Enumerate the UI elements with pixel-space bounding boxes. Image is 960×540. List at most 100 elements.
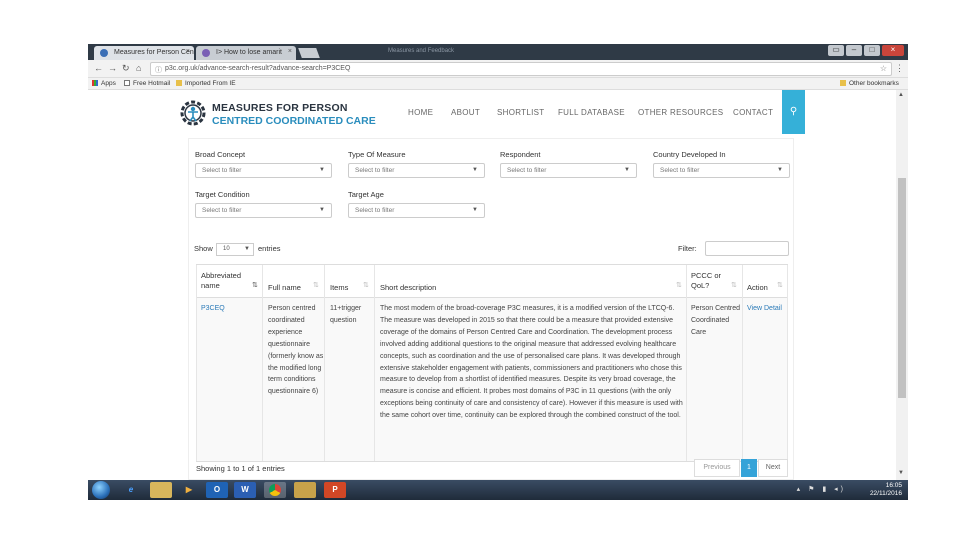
col-border — [196, 265, 197, 461]
cell-items: 11+trigger question — [330, 305, 362, 324]
sort-icon[interactable]: ⇅ — [313, 281, 319, 289]
folder-icon[interactable] — [294, 482, 316, 498]
file-explorer-icon[interactable] — [150, 482, 172, 498]
header-items[interactable]: Items — [330, 283, 348, 293]
browser-screen: Measures for Person Cen × I> How to lose… — [88, 44, 908, 500]
sort-icon[interactable]: ⇅ — [363, 281, 369, 289]
target-age-select[interactable]: Select to filter ▼ — [348, 203, 485, 218]
caret-down-icon: ▼ — [777, 167, 783, 173]
close-tab-icon[interactable]: × — [186, 48, 190, 55]
menu-icon[interactable]: ⋮ — [895, 63, 904, 74]
site-logo[interactable]: MEASURES FOR PERSON CENTRED COORDINATED … — [178, 98, 388, 130]
word-icon[interactable]: W — [234, 482, 256, 498]
logo-line-1: MEASURES FOR PERSON — [212, 102, 348, 114]
cell-abbrev-link[interactable]: P3CEQ — [201, 303, 259, 315]
info-icon[interactable]: ⓘ — [155, 65, 162, 75]
tab-strip: Measures for Person Cen × I> How to lose… — [88, 44, 908, 60]
caret-down-icon: ▼ — [624, 167, 630, 173]
col-border — [787, 265, 788, 461]
person-gear-icon — [180, 100, 206, 126]
header-abbreviated-name[interactable]: Abbreviated name — [201, 271, 253, 291]
outlook-icon[interactable]: O — [206, 482, 228, 498]
col-border — [686, 265, 687, 461]
page-1-button[interactable]: 1 — [741, 459, 757, 477]
tab-how-to[interactable]: I> How to lose amarit × — [196, 46, 296, 60]
col-border — [374, 265, 375, 461]
broad-concept-select[interactable]: Select to filter ▼ — [195, 163, 332, 178]
clock-time: 16:05 — [885, 482, 902, 489]
nav-contact[interactable]: CONTACT — [733, 108, 773, 117]
header-pccc-or-qol[interactable]: PCCC or QoL? — [691, 271, 731, 291]
url-input[interactable]: ⓘ p3c.org.uk/advance-search-result?advan… — [150, 62, 892, 76]
start-button[interactable] — [92, 481, 110, 499]
header-full-name[interactable]: Full name — [268, 283, 301, 293]
header-action[interactable]: Action — [747, 283, 768, 293]
maximize-button[interactable]: □ — [864, 45, 880, 56]
filter-label: Filter: — [678, 244, 697, 253]
previous-button[interactable]: Previous — [694, 459, 740, 477]
other-bookmarks[interactable]: Other bookmarks — [840, 80, 899, 87]
bookmark-hotmail[interactable]: Free Hotmail — [124, 80, 170, 87]
search-button[interactable]: ⚲ — [782, 90, 805, 134]
scroll-down-icon[interactable]: ▼ — [898, 470, 904, 476]
table-filter-input[interactable] — [705, 241, 789, 256]
sort-icon[interactable]: ⇅ — [676, 281, 682, 289]
url-text: p3c.org.uk/advance-search-result?advance… — [165, 65, 351, 72]
close-tab-icon[interactable]: × — [288, 48, 292, 55]
reload-icon[interactable]: ↻ — [122, 63, 130, 74]
entries-select[interactable]: 10 ▼ — [216, 243, 254, 256]
media-player-icon[interactable]: ▶ — [178, 482, 200, 498]
clock-date: 22/11/2016 — [869, 490, 902, 497]
clock[interactable]: 16:05 22/11/2016 — [870, 482, 902, 498]
page-scrollbar[interactable]: ▲ ▼ — [896, 90, 908, 480]
sort-icon[interactable]: ⇅ — [731, 281, 737, 289]
type-of-measure-select[interactable]: Select to filter ▼ — [348, 163, 485, 178]
new-tab-button[interactable] — [298, 48, 320, 58]
country-select[interactable]: Select to filter ▼ — [653, 163, 790, 178]
user-icon[interactable]: ▭ — [828, 45, 844, 56]
cell-pccc: Person Centred Coordinated Care — [691, 305, 741, 336]
home-icon[interactable]: ⌂ — [136, 63, 141, 73]
sort-icon[interactable]: ⇅ — [777, 281, 783, 289]
next-button[interactable]: Next — [758, 459, 788, 477]
nav-shortlist[interactable]: SHORTLIST — [497, 108, 544, 117]
chrome-icon[interactable] — [264, 482, 286, 498]
scroll-up-icon[interactable]: ▲ — [898, 92, 904, 98]
target-condition-select[interactable]: Select to filter ▼ — [195, 203, 332, 218]
nav-about[interactable]: ABOUT — [451, 108, 480, 117]
respondent-select[interactable]: Select to filter ▼ — [500, 163, 637, 178]
col-border — [324, 265, 325, 461]
results-table: Abbreviated name ⇅ Full name ⇅ Items ⇅ S… — [196, 264, 788, 462]
bookmark-apps[interactable]: Apps — [92, 80, 116, 87]
view-detail-link[interactable]: View Detail — [747, 303, 783, 315]
logo-line-2: CENTRED COORDINATED CARE — [212, 115, 376, 127]
close-window-button[interactable]: × — [882, 45, 904, 56]
caret-down-icon: ▼ — [319, 167, 325, 173]
windows-taskbar: e ▶ O W P ▴ ⚑ ▮ ◂) 16:05 22/11/2016 — [88, 480, 908, 500]
minimize-button[interactable]: – — [846, 45, 862, 56]
bookmark-imported[interactable]: Imported From IE — [176, 80, 236, 87]
tab-measures[interactable]: Measures for Person Cen × — [94, 46, 194, 60]
show-label: Show — [194, 244, 213, 253]
nav-other-resources[interactable]: OTHER RESOURCES — [638, 108, 723, 117]
caret-down-icon: ▼ — [319, 207, 325, 213]
apps-icon — [92, 80, 98, 86]
forward-icon[interactable]: → — [108, 63, 117, 73]
nav-full-database[interactable]: FULL DATABASE — [558, 108, 625, 117]
back-icon[interactable]: ← — [94, 63, 103, 73]
ie-icon[interactable]: e — [120, 482, 142, 498]
system-tray-icons[interactable]: ▴ ⚑ ▮ ◂) — [797, 485, 846, 493]
powerpoint-icon[interactable]: P — [324, 482, 346, 498]
header-divider — [196, 297, 788, 298]
entries-label: entries — [258, 244, 281, 253]
col-border — [262, 265, 263, 461]
sort-asc-icon[interactable]: ⇅ — [252, 281, 258, 289]
header-short-description[interactable]: Short description — [380, 283, 436, 293]
filter-label-respondent: Respondent — [500, 150, 541, 159]
web-page: MEASURES FOR PERSON CENTRED COORDINATED … — [88, 90, 896, 480]
filter-label-target-condition: Target Condition — [195, 190, 250, 199]
bookmark-star-icon[interactable]: ☆ — [880, 64, 887, 73]
window-title: Measures and Feedback — [388, 48, 455, 54]
nav-home[interactable]: HOME — [408, 108, 433, 117]
scrollbar-thumb[interactable] — [898, 178, 906, 398]
